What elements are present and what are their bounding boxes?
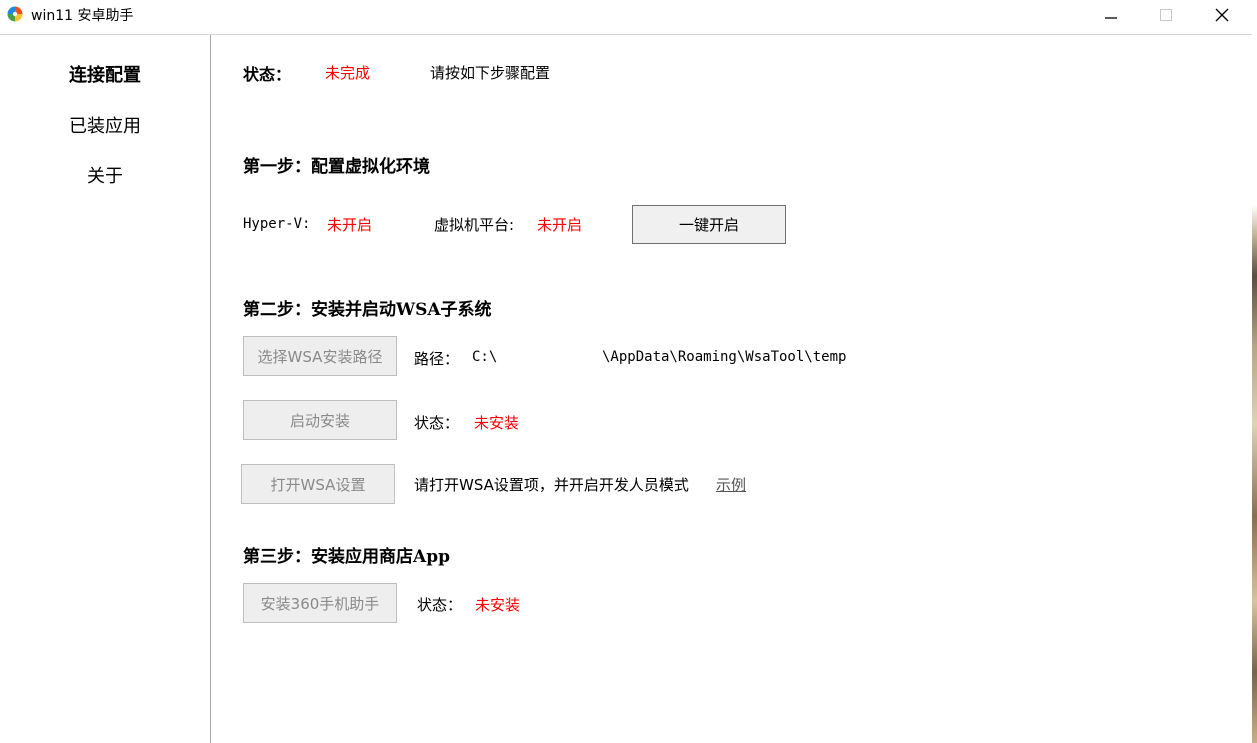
start-install-button[interactable]: 启动安装 [243, 400, 397, 440]
install-status-label: 状态： [414, 414, 460, 432]
status-value: 未完成 [325, 64, 371, 82]
store-status-value: 未安装 [475, 596, 521, 614]
hyperv-label: Hyper-V: [243, 216, 311, 232]
one-click-enable-button[interactable]: 一键开启 [632, 205, 786, 244]
title-bar: win11 安卓助手 [0, 0, 1257, 34]
select-wsa-path-button[interactable]: 选择WSA安装路径 [243, 336, 397, 376]
open-wsa-settings-button[interactable]: 打开WSA设置 [241, 464, 395, 504]
hyperv-status: 未开启 [327, 216, 373, 234]
minimize-icon [1105, 17, 1117, 19]
status-hint: 请按如下步骤配置 [430, 64, 551, 82]
store-status-label: 状态： [417, 596, 463, 614]
sidebar-item-installed-apps[interactable]: 已装应用 [0, 112, 210, 138]
sidebar-item-about[interactable]: 关于 [0, 162, 210, 188]
title-divider [0, 34, 1252, 35]
wsa-settings-hint: 请打开WSA设置项，并开启开发人员模式 [414, 476, 689, 494]
minimize-button[interactable] [1088, 0, 1134, 30]
vm-platform-status: 未开启 [537, 216, 583, 234]
status-label: 状态： [243, 65, 292, 84]
maximize-icon [1160, 9, 1172, 21]
close-button[interactable] [1199, 0, 1245, 30]
redacted-username [527, 346, 602, 368]
app-icon [7, 6, 23, 22]
path-prefix: C:\ [472, 349, 498, 365]
maximize-button[interactable] [1143, 0, 1189, 30]
sidebar-divider [210, 35, 211, 743]
window-title: win11 安卓助手 [31, 8, 134, 24]
background-wallpaper-edge [1252, 35, 1257, 743]
step2-title: 第二步：安装并启动WSA子系统 [243, 300, 492, 320]
path-label: 路径： [414, 350, 460, 368]
path-suffix: \AppData\Roaming\WsaTool\temp [602, 349, 847, 365]
sidebar-item-connection-config[interactable]: 连接配置 [0, 61, 210, 87]
vm-platform-label: 虚拟机平台: [434, 216, 515, 234]
close-icon [1215, 8, 1229, 22]
step3-title: 第三步：安装应用商店App [243, 547, 450, 567]
install-360-assistant-button[interactable]: 安装360手机助手 [243, 583, 397, 623]
example-link[interactable]: 示例 [716, 474, 746, 495]
step1-title: 第一步：配置虚拟化环境 [243, 157, 430, 177]
install-status-value: 未安装 [474, 414, 520, 432]
